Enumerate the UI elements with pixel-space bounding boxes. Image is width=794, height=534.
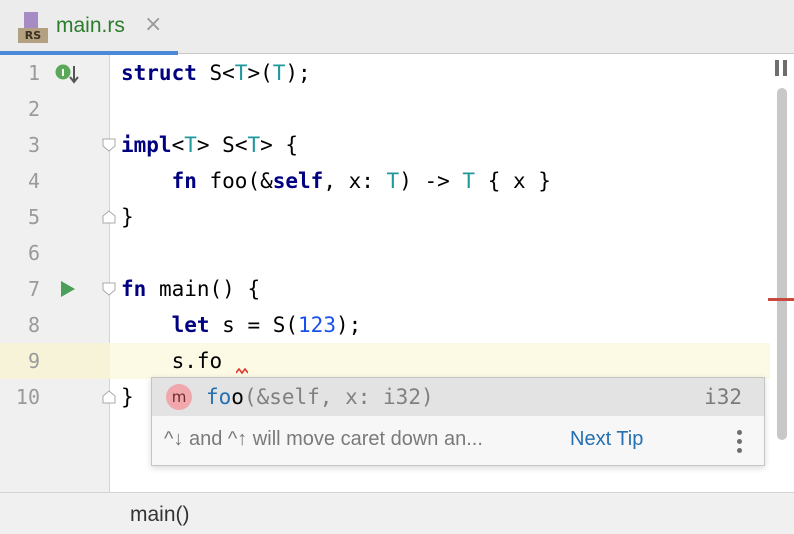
current-line-highlight — [0, 343, 770, 379]
breadcrumb-bar: main() — [0, 492, 794, 534]
tab-main-rs[interactable]: RS main.rs × — [0, 0, 178, 55]
file-type-badge: RS — [18, 28, 48, 43]
breadcrumb[interactable]: main() — [130, 503, 190, 527]
code-token: fn — [171, 169, 197, 193]
code-token: s.fo — [121, 349, 223, 373]
code-token: 123 — [298, 313, 336, 337]
line-number: 7 — [27, 277, 40, 301]
line-number: 4 — [27, 169, 40, 193]
completion-item-text: foo(&self, x: i32) — [206, 378, 434, 416]
pause-icon[interactable] — [775, 60, 787, 76]
line-number: 3 — [27, 133, 40, 157]
code-token: > S< — [196, 133, 248, 157]
completion-tip: ^↓ and ^↑ will move caret down an... — [164, 428, 483, 450]
error-stripe-marker[interactable] — [768, 298, 794, 301]
code-token: T — [184, 133, 197, 157]
completion-signature: (&self, x: i32) — [243, 385, 434, 409]
completion-item-foo[interactable]: m foo(&self, x: i32) i32 — [152, 378, 764, 416]
code-token: T — [386, 169, 400, 193]
line-number: 5 — [27, 205, 40, 229]
method-icon: m — [166, 384, 192, 410]
line-number: 6 — [27, 241, 40, 265]
code-line: impl<T> S<T> { — [121, 127, 298, 163]
code-token: main() { — [146, 277, 261, 301]
close-icon[interactable]: × — [144, 12, 162, 37]
fold-close-icon[interactable] — [102, 210, 116, 224]
code-token: } — [121, 205, 134, 229]
code-token: let — [171, 313, 210, 337]
run-icon[interactable] — [60, 280, 76, 298]
code-token: ); — [335, 313, 362, 337]
fold-open-icon[interactable] — [102, 138, 116, 152]
code-line: struct S<T>(T); — [121, 55, 311, 91]
implemented-icon[interactable]: I — [54, 63, 80, 85]
tab-label: main.rs — [56, 14, 125, 37]
code-token: >( — [247, 61, 273, 85]
code-token: > { — [260, 133, 299, 157]
next-tip-link[interactable]: Next Tip — [570, 428, 643, 451]
fold-close-icon[interactable] — [102, 390, 116, 404]
editor-tab-bar: RS main.rs × — [0, 0, 794, 55]
code-token: s = S( — [209, 313, 299, 337]
code-token: T — [247, 133, 261, 157]
more-options-icon[interactable] — [737, 430, 743, 454]
code-token: ); — [285, 61, 311, 85]
code-token: impl — [121, 133, 172, 157]
error-squiggle — [236, 368, 248, 374]
code-token: T — [462, 169, 476, 193]
vertical-scrollbar[interactable] — [777, 88, 787, 440]
code-token: } — [121, 385, 134, 409]
code-token: < — [171, 133, 185, 157]
line-number: 1 — [27, 61, 40, 85]
completion-rest: o — [231, 385, 244, 409]
code-token: ) -> — [399, 169, 463, 193]
code-token: T — [272, 61, 286, 85]
completion-popup: m foo(&self, x: i32) i32 ^↓ and ^↑ will … — [151, 377, 765, 466]
line-number: 2 — [27, 97, 40, 121]
code-token: T — [234, 61, 248, 85]
code-line: } — [121, 379, 134, 415]
code-token: , x: — [323, 169, 387, 193]
rust-file-icon: RS — [18, 12, 48, 44]
code-line: s.fo — [121, 343, 223, 379]
code-token: foo(& — [196, 169, 273, 193]
code-token: fn — [121, 277, 147, 301]
code-line: let s = S(123); — [121, 307, 362, 343]
line-number: 10 — [15, 385, 40, 409]
completion-match: fo — [206, 385, 232, 409]
code-line: fn foo(&self, x: T) -> T { x } — [121, 163, 551, 199]
line-number: 9 — [27, 349, 40, 373]
code-token: struct — [121, 61, 197, 85]
impl-icon-letter: I — [61, 68, 65, 79]
fold-open-icon[interactable] — [102, 282, 116, 296]
code-token: self — [272, 169, 324, 193]
code-line: fn main() { — [121, 271, 260, 307]
code-line: } — [121, 199, 134, 235]
line-number: 8 — [27, 313, 40, 337]
completion-return-type: i32 — [704, 385, 742, 409]
code-token: S< — [196, 61, 235, 85]
code-token: { x } — [475, 169, 551, 193]
